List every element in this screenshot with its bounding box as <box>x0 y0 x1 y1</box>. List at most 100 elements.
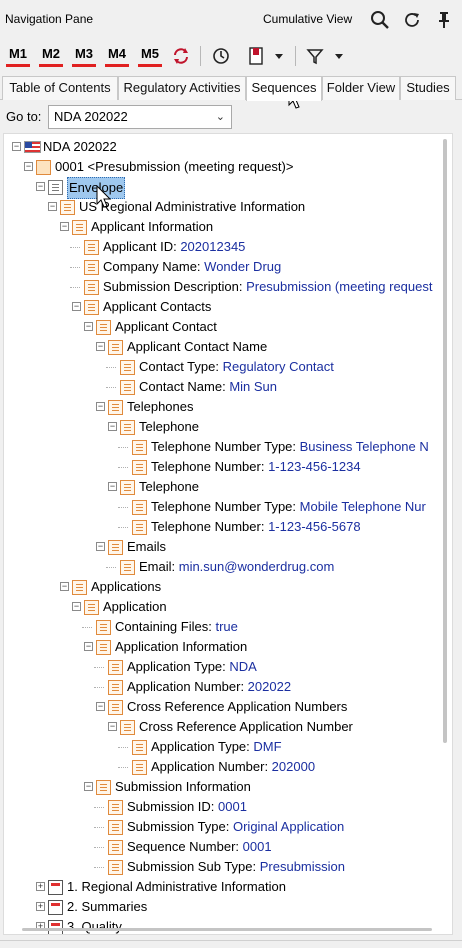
tree-node-label: Cross Reference Application Numbers <box>127 699 348 714</box>
node-icon <box>120 720 135 735</box>
tree-node-emails[interactable]: − Emails <box>4 537 450 557</box>
collapse-icon[interactable]: − <box>72 302 81 311</box>
collapse-icon[interactable]: − <box>48 202 57 211</box>
refresh-icon[interactable] <box>401 9 423 31</box>
tree-node-cross-reference-application-numbers[interactable]: − Cross Reference Application Numbers <box>4 697 450 717</box>
tree-node-label: Application Information <box>115 639 248 654</box>
m1-button[interactable]: M1 <box>4 44 32 68</box>
tree-node-applicant-id-202012345[interactable]: Applicant ID: 202012345 <box>4 237 450 257</box>
collapse-icon[interactable]: − <box>12 142 21 151</box>
tree-node-telephone-number-type-mobile-telephone-n[interactable]: Telephone Number Type: Mobile Telephone … <box>4 497 450 517</box>
tree-node-applicant-contact-name[interactable]: − Applicant Contact Name <box>4 337 450 357</box>
expand-icon[interactable]: + <box>36 902 45 911</box>
m3-button[interactable]: M3 <box>70 44 98 68</box>
vertical-scrollbar[interactable] <box>443 139 447 743</box>
tree-node-nda-202022[interactable]: − NDA 202022 <box>4 137 450 157</box>
pin-icon[interactable] <box>433 9 455 31</box>
horizontal-scrollbar[interactable] <box>22 928 432 931</box>
collapse-icon[interactable]: − <box>96 342 105 351</box>
tree-node-submission-description-presubmission-mee[interactable]: Submission Description: Presubmission (m… <box>4 277 450 297</box>
tree-node-1-regional-administrative-information[interactable]: +1. Regional Administrative Information <box>4 877 450 897</box>
tree-node-label: Applicant ID: <box>103 239 181 254</box>
node-icon <box>96 320 111 335</box>
tree-node-application-type-dmf[interactable]: Application Type: DMF <box>4 737 450 757</box>
collapse-icon[interactable]: − <box>84 642 93 651</box>
tab-table-of-contents[interactable]: Table of Contents <box>2 76 118 100</box>
tab-sequences[interactable]: Sequences <box>246 76 322 101</box>
collapse-icon[interactable]: − <box>108 482 117 491</box>
node-icon <box>72 220 87 235</box>
tree-node-telephone-number-1-123-456-5678[interactable]: Telephone Number: 1-123-456-5678 <box>4 517 450 537</box>
goto-select[interactable]: NDA 202022 ⌄ <box>48 105 232 129</box>
collapse-icon[interactable]: − <box>60 582 69 591</box>
tree-node-telephone[interactable]: − Telephone <box>4 417 450 437</box>
collapse-icon[interactable]: − <box>108 722 117 731</box>
expand-icon[interactable]: + <box>36 882 45 891</box>
history-icon[interactable] <box>210 46 232 66</box>
tree-node-telephone-number-1-123-456-1234[interactable]: Telephone Number: 1-123-456-1234 <box>4 457 450 477</box>
search-icon[interactable] <box>369 9 391 31</box>
tree-node-applicant-contact[interactable]: − Applicant Contact <box>4 317 450 337</box>
filter-icon[interactable] <box>304 46 326 66</box>
node-icon <box>108 660 123 675</box>
tree-node-telephone[interactable]: − Telephone <box>4 477 450 497</box>
tree-node-submission-information[interactable]: − Submission Information <box>4 777 450 797</box>
tree-node-label: 1. Regional Administrative Information <box>67 879 286 894</box>
collapse-icon[interactable]: − <box>96 542 105 551</box>
m5-button[interactable]: M5 <box>136 44 164 68</box>
collapse-icon[interactable]: − <box>60 222 69 231</box>
bookmark-dropdown-icon[interactable] <box>272 46 286 66</box>
collapse-icon[interactable]: − <box>96 402 105 411</box>
tree-node-applicant-contacts[interactable]: − Applicant Contacts <box>4 297 450 317</box>
m2-button[interactable]: M2 <box>37 44 65 68</box>
tree-node-application[interactable]: − Application <box>4 597 450 617</box>
tree-node-application-number-202000[interactable]: Application Number: 202000 <box>4 757 450 777</box>
tree-node-submission-type-original-application[interactable]: Submission Type: Original Application <box>4 817 450 837</box>
tree-node-application-type-nda[interactable]: Application Type: NDA <box>4 657 450 677</box>
tree-node-telephone-number-type-business-telephone[interactable]: Telephone Number Type: Business Telephon… <box>4 437 450 457</box>
tree-node-applications[interactable]: − Applications <box>4 577 450 597</box>
tree-node-0001-presubmission-meeting-request[interactable]: − 0001 <Presubmission (meeting request)> <box>4 157 450 177</box>
tree-node-application-number-202022[interactable]: Application Number: 202022 <box>4 677 450 697</box>
collapse-icon[interactable]: − <box>36 182 45 191</box>
tree-node-label: Emails <box>127 539 167 554</box>
tree-node-contact-name-min-sun[interactable]: Contact Name: Min Sun <box>4 377 450 397</box>
tree-node-applicant-information[interactable]: − Applicant Information <box>4 217 450 237</box>
tree-node-containing-files-true[interactable]: Containing Files: true <box>4 617 450 637</box>
node-icon <box>132 440 147 455</box>
tree-node-cross-reference-application-number[interactable]: − Cross Reference Application Number <box>4 717 450 737</box>
tree-node-email-min-sun-wonderdrug-com[interactable]: Email: min.sun@wonderdrug.com <box>4 557 450 577</box>
sequence-icon <box>36 160 51 175</box>
bookmark-icon[interactable] <box>245 46 267 66</box>
tree-node-label: 3. Quality <box>67 919 122 934</box>
collapse-icon[interactable]: − <box>84 782 93 791</box>
collapse-icon[interactable]: − <box>72 602 81 611</box>
tree-node-submission-sub-type-presubmission[interactable]: Submission Sub Type: Presubmission <box>4 857 450 877</box>
tree-node-sequence-number-0001[interactable]: Sequence Number: 0001 <box>4 837 450 857</box>
collapse-icon[interactable]: − <box>96 702 105 711</box>
collapse-icon[interactable]: − <box>108 422 117 431</box>
node-icon <box>96 620 111 635</box>
tree-node-label: Submission Sub Type: <box>127 859 260 874</box>
collapse-icon[interactable]: − <box>24 162 33 171</box>
filter-dropdown-icon[interactable] <box>332 46 346 66</box>
tree-node-label: Applicant Contact <box>115 319 217 334</box>
tree-node-value: true <box>215 619 238 634</box>
node-icon <box>120 360 135 375</box>
tree-node-3-quality[interactable]: +3. Quality <box>4 917 450 934</box>
tab-studies[interactable]: Studies <box>400 76 456 100</box>
collapse-icon[interactable]: − <box>84 322 93 331</box>
tree-node-company-name-wonder-drug[interactable]: Company Name: Wonder Drug <box>4 257 450 277</box>
m4-button[interactable]: M4 <box>103 44 131 68</box>
tab-regulatory-activities[interactable]: Regulatory Activities <box>118 76 246 100</box>
tree-node-us-regional-administrative-information[interactable]: − US Regional Administrative Information <box>4 197 450 217</box>
tree-node-telephones[interactable]: − Telephones <box>4 397 450 417</box>
node-icon <box>84 260 99 275</box>
tree-node-contact-type-regulatory-contact[interactable]: Contact Type: Regulatory Contact <box>4 357 450 377</box>
tree-node-2-summaries[interactable]: +2. Summaries <box>4 897 450 917</box>
tab-folder-view[interactable]: Folder View <box>322 76 400 100</box>
tree-node-application-information[interactable]: − Application Information <box>4 637 450 657</box>
sync-icon[interactable] <box>170 46 192 66</box>
tree-node-envelope[interactable]: − Envelope <box>4 177 450 199</box>
tree-node-submission-id-0001[interactable]: Submission ID: 0001 <box>4 797 450 817</box>
